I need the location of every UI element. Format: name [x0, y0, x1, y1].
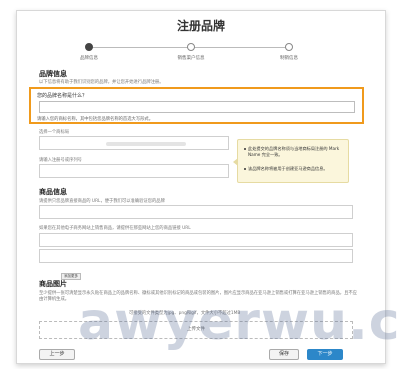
step-3-dot: [285, 43, 293, 51]
bullet-icon: [244, 148, 246, 150]
image-upload-area[interactable]: 上传文件: [39, 321, 353, 339]
tooltip-item-1: 此处提交的品牌名称须与当地商标局注册的 Mark Name 完全一致。: [244, 146, 348, 158]
brand-name-question: 您的品牌名称是什么？: [37, 93, 88, 99]
trademark-office-select[interactable]: [39, 136, 229, 150]
product-info-heading: 商品信息: [39, 188, 67, 196]
product-info-note-1: 请提供只您品牌直接商品的 URL，便于我们可以准确验证您的品牌: [39, 199, 165, 204]
brand-info-note: 以下信息将有助于我们识别您的品牌，并让您开始进行品牌注册。: [39, 80, 164, 85]
images-note: 至少提供一张可清楚显示永久贴在商品上的品牌名称、徽标或其他识别标记的商品或包装的…: [39, 291, 357, 302]
registration-number-input[interactable]: [39, 164, 229, 178]
next-button[interactable]: 下一步: [307, 349, 343, 360]
tooltip-arrow: [233, 158, 238, 166]
step-3-label: 制销信息: [280, 56, 298, 61]
product-url-input[interactable]: [39, 205, 353, 219]
brand-name-hint: 请输入您的商标名称，其中包括您品牌名称的首选大写形式。: [37, 117, 154, 122]
step-2-dot: [187, 43, 195, 51]
other-site-url-input[interactable]: [39, 233, 353, 247]
step-2-label: 销售渠户信息: [177, 56, 205, 61]
brand-name-highlight: 您的品牌名称是什么？ 请输入您的商标名称，其中包括您品牌名称的首选大写形式。: [29, 87, 364, 124]
brand-name-input[interactable]: [39, 101, 355, 113]
back-button[interactable]: 上一步: [39, 349, 75, 360]
trademark-office-label: 选择一个商标局: [39, 130, 70, 135]
brand-registration-dialog: 注册品牌 品牌信息 销售渠户信息 制销信息 品牌信息 以下信息将有助于我们识别您…: [16, 10, 386, 364]
page-title: 注册品牌: [176, 19, 225, 33]
brand-name-tooltip: 此处提交的品牌名称须与当地商标局注册的 Mark Name 完全一致。 该品牌名…: [233, 139, 349, 183]
progress-steps: 品牌信息 销售渠户信息 制销信息: [17, 37, 385, 63]
save-button[interactable]: 保存: [269, 349, 299, 360]
images-heading: 商品图片: [39, 280, 67, 288]
step-1-dot: [85, 43, 93, 51]
upload-text: 上传文件: [187, 327, 205, 332]
tooltip-item-2: 该品牌名称将被用于创建亚马逊商品信息。: [244, 166, 348, 172]
registration-number-label: 请输入注册号或序列号: [39, 158, 82, 163]
other-site-url-input-2[interactable]: [39, 249, 353, 263]
step-1-label: 品牌信息: [80, 56, 98, 61]
product-info-note-2: 如果您在其他电子商务网站上销售商品，请提供在那些网站上您的商品链接 URL: [39, 226, 191, 231]
blurred-value: [106, 142, 186, 146]
bullet-icon: [244, 168, 246, 170]
images-formats: 可接受的文件类型为jpg、png和gif，文件大小不超过1MB: [129, 311, 241, 316]
brand-info-heading: 品牌信息: [39, 70, 67, 78]
